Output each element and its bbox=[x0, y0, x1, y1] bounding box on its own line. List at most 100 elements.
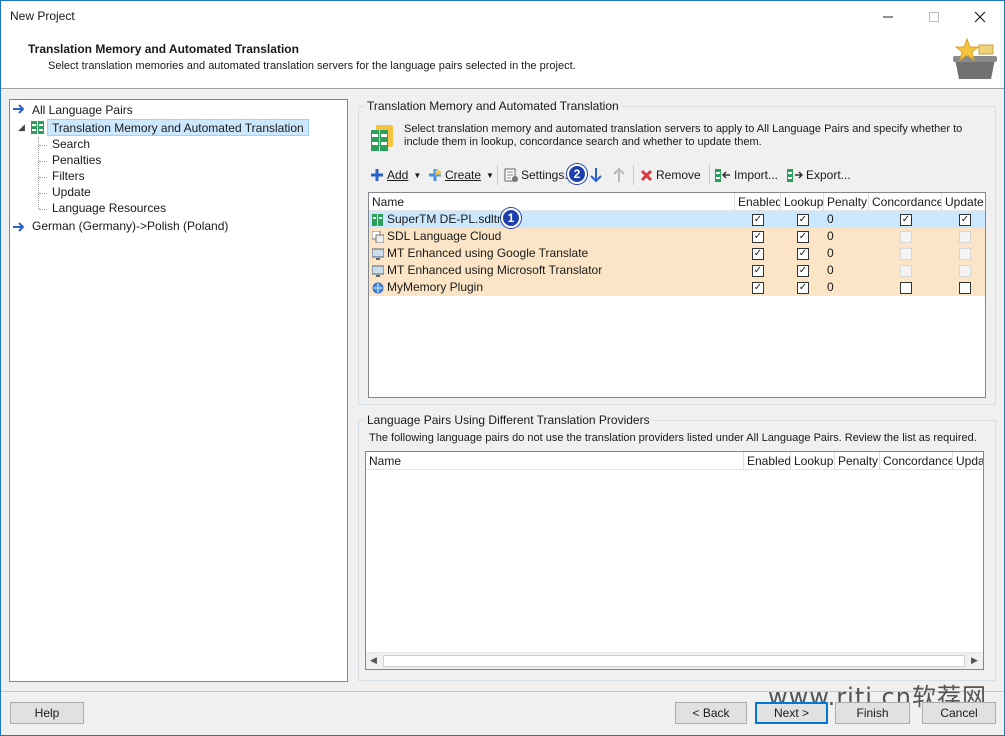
col-header-concordance[interactable]: Concordance bbox=[869, 193, 942, 211]
tm-group-title: Translation Memory and Automated Transla… bbox=[364, 99, 622, 113]
lookup-checkbox[interactable]: ✓ bbox=[797, 265, 809, 277]
row-name: MyMemory Plugin bbox=[387, 280, 484, 294]
dropdown-arrow-icon: ▼ bbox=[486, 170, 494, 180]
update-checkbox[interactable]: ✓ bbox=[959, 214, 971, 226]
table-row[interactable]: SuperTM DE-PL.sdltm ✓ ✓ 0 ✓ ✓ bbox=[369, 211, 985, 228]
table-row[interactable]: MT Enhanced using Google Translate ✓ ✓ 0 bbox=[369, 245, 985, 262]
lookup-checkbox[interactable]: ✓ bbox=[797, 248, 809, 260]
tree-connector bbox=[38, 137, 39, 209]
col-header-concordance[interactable]: Concordance bbox=[880, 452, 953, 470]
monitor-icon bbox=[372, 265, 384, 277]
create-label: Create bbox=[445, 168, 482, 182]
dropdown-arrow-icon: ▼ bbox=[413, 170, 422, 180]
update-checkbox bbox=[959, 248, 971, 260]
col-header-enabled[interactable]: Enabled bbox=[744, 452, 791, 470]
update-checkbox[interactable] bbox=[959, 282, 971, 294]
move-up-icon[interactable] bbox=[613, 167, 625, 183]
language-cloud-icon bbox=[372, 231, 384, 243]
col-header-update[interactable]: Updat bbox=[953, 452, 983, 470]
col-header-lookup[interactable]: Lookup bbox=[781, 193, 824, 211]
settings-tree: All Language Pairs ◢ Translation Memory … bbox=[9, 99, 348, 682]
page-title: Translation Memory and Automated Transla… bbox=[28, 42, 299, 56]
col-header-name[interactable]: Name bbox=[369, 193, 735, 211]
next-button[interactable]: Next > bbox=[755, 702, 828, 724]
concordance-checkbox bbox=[900, 265, 912, 277]
concordance-checkbox bbox=[900, 248, 912, 260]
row-name: SuperTM DE-PL.sdltm bbox=[387, 212, 508, 226]
update-checkbox bbox=[959, 231, 971, 243]
globe-icon bbox=[372, 282, 384, 294]
row-penalty[interactable]: 0 bbox=[827, 262, 834, 279]
remove-button[interactable]: Remove bbox=[640, 164, 701, 186]
row-penalty[interactable]: 0 bbox=[827, 279, 834, 296]
finish-button[interactable]: Finish bbox=[835, 702, 910, 724]
window-title: New Project bbox=[10, 9, 75, 23]
lp-group-description: The following language pairs do not use … bbox=[369, 432, 977, 444]
tree-item-update[interactable]: Update bbox=[52, 184, 91, 201]
maximize-icon bbox=[929, 12, 939, 22]
title-bar: New Project bbox=[1, 1, 1004, 33]
tm-db-icon bbox=[31, 121, 44, 134]
move-down-icon[interactable] bbox=[590, 167, 602, 183]
enabled-checkbox[interactable]: ✓ bbox=[752, 248, 764, 260]
col-header-update[interactable]: Update bbox=[942, 193, 985, 211]
row-penalty[interactable]: 0 bbox=[827, 245, 834, 262]
minimize-icon bbox=[883, 16, 893, 18]
lp-grid: Name Enabled Lookup Penalty Concordance … bbox=[365, 451, 984, 670]
export-button[interactable]: Export... bbox=[787, 164, 851, 186]
add-button[interactable]: Add ▼ bbox=[370, 164, 421, 186]
tm-file-icon bbox=[372, 214, 383, 226]
tm-providers-icon bbox=[371, 125, 393, 151]
col-header-penalty[interactable]: Penalty bbox=[824, 193, 869, 211]
enabled-checkbox[interactable]: ✓ bbox=[752, 214, 764, 226]
concordance-checkbox[interactable]: ✓ bbox=[900, 214, 912, 226]
lookup-checkbox[interactable]: ✓ bbox=[797, 231, 809, 243]
cancel-button[interactable]: Cancel bbox=[922, 702, 996, 724]
tree-item-language-pair[interactable]: German (Germany)->Polish (Poland) bbox=[32, 218, 228, 235]
tree-item-filters[interactable]: Filters bbox=[52, 168, 85, 185]
help-button[interactable]: Help bbox=[10, 702, 84, 724]
scrollbar-thumb[interactable] bbox=[383, 655, 965, 667]
table-row[interactable]: MT Enhanced using Microsoft Translator ✓… bbox=[369, 262, 985, 279]
tm-grid: Name Enabled Lookup Penalty Concordance … bbox=[368, 192, 986, 398]
tree-item-penalties[interactable]: Penalties bbox=[52, 152, 101, 169]
col-header-enabled[interactable]: Enabled bbox=[735, 193, 781, 211]
collapse-arrow-icon[interactable]: ◢ bbox=[18, 122, 25, 133]
row-penalty[interactable]: 0 bbox=[827, 211, 834, 228]
back-button[interactable]: < Back bbox=[675, 702, 747, 724]
tree-item-tm-automated-translation[interactable]: Translation Memory and Automated Transla… bbox=[47, 119, 309, 136]
enabled-checkbox[interactable]: ✓ bbox=[752, 231, 764, 243]
arrow-right-icon bbox=[13, 104, 25, 114]
callout-badge-2: 2 bbox=[567, 164, 587, 184]
tree-item-language-resources[interactable]: Language Resources bbox=[52, 200, 166, 217]
minimize-button[interactable] bbox=[865, 1, 911, 33]
enabled-checkbox[interactable]: ✓ bbox=[752, 265, 764, 277]
settings-doc-icon bbox=[504, 168, 518, 182]
close-button[interactable] bbox=[957, 1, 1003, 33]
lookup-checkbox[interactable]: ✓ bbox=[797, 214, 809, 226]
tree-item-all-language-pairs[interactable]: All Language Pairs bbox=[32, 102, 133, 119]
lookup-checkbox[interactable]: ✓ bbox=[797, 282, 809, 294]
import-icon bbox=[715, 169, 730, 182]
table-row[interactable]: MyMemory Plugin ✓ ✓ 0 bbox=[369, 279, 985, 296]
table-row[interactable]: SDL Language Cloud ✓ ✓ 0 bbox=[369, 228, 985, 245]
monitor-icon bbox=[372, 248, 384, 260]
enabled-checkbox[interactable]: ✓ bbox=[752, 282, 764, 294]
create-button[interactable]: Create ▼ bbox=[428, 164, 494, 186]
col-header-name[interactable]: Name bbox=[366, 452, 744, 470]
new-project-window: New Project Translation Memory and Autom… bbox=[0, 0, 1005, 736]
import-button[interactable]: Import... bbox=[715, 164, 778, 186]
col-header-lookup[interactable]: Lookup bbox=[791, 452, 835, 470]
settings-button[interactable]: Settings... bbox=[504, 164, 574, 186]
scroll-right-icon[interactable]: ▶ bbox=[971, 655, 978, 666]
row-penalty[interactable]: 0 bbox=[827, 228, 834, 245]
horizontal-scrollbar[interactable]: ◀ ▶ bbox=[366, 652, 983, 669]
export-icon bbox=[787, 169, 803, 182]
tree-item-search[interactable]: Search bbox=[52, 136, 90, 153]
create-icon bbox=[429, 168, 442, 181]
col-header-penalty[interactable]: Penalty bbox=[835, 452, 880, 470]
remove-label: Remove bbox=[656, 168, 701, 182]
remove-icon bbox=[640, 169, 653, 181]
concordance-checkbox[interactable] bbox=[900, 282, 912, 294]
scroll-left-icon[interactable]: ◀ bbox=[370, 655, 377, 666]
